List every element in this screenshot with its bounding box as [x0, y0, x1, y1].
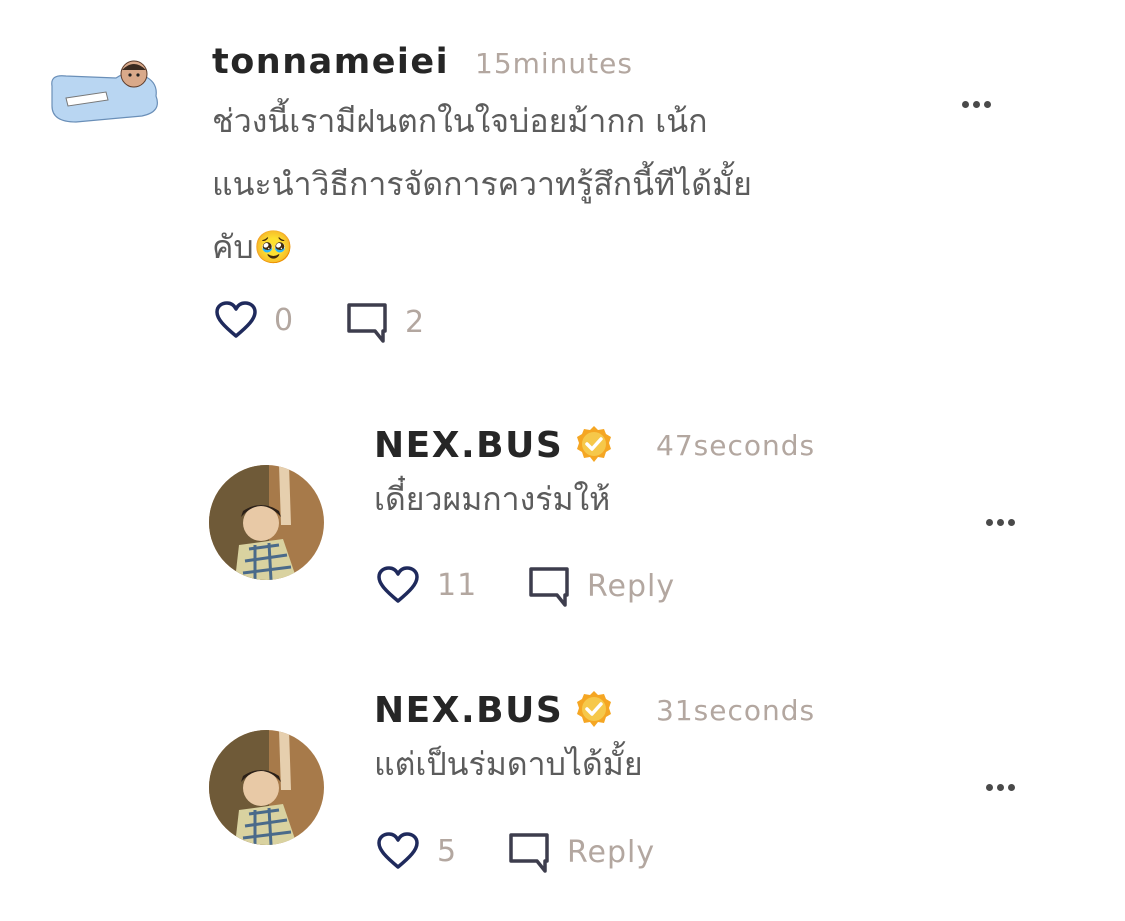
reply-text: แต่เป็นร่มดาบได้มั้ย: [374, 745, 643, 783]
avatar[interactable]: [46, 56, 168, 126]
more-dot: [1008, 519, 1015, 526]
comment-text-line: คับ🥹: [212, 216, 912, 279]
reply-text: เดี๋ยวผมกางร่มให้: [374, 480, 611, 518]
more-dot: [962, 101, 969, 108]
heart-outline-icon: [377, 566, 419, 603]
more-dot: [1008, 784, 1015, 791]
comment-username[interactable]: tonnameiei: [212, 42, 449, 82]
speech-bubble-icon: [529, 567, 569, 607]
more-dot: [997, 784, 1004, 791]
comment-text: ช่วงนี้เรามีฝนตกในใจบ่อยม้ากก เน้ก แนะนำ…: [212, 90, 912, 279]
reply-username[interactable]: NEX.BUS: [374, 425, 563, 466]
heart-outline-icon: [377, 832, 419, 869]
like-count: 5: [437, 833, 458, 869]
speech-bubble-icon: [347, 303, 387, 343]
reply-count: 2: [405, 304, 426, 340]
reply-button[interactable]: Reply: [527, 565, 675, 607]
comment-timestamp: 15minutes: [475, 47, 633, 80]
more-dot: [973, 101, 980, 108]
comment-text-line-end: คับ: [212, 228, 254, 266]
comment-text-line: ช่วงนี้เรามีฝนตกในใจบ่อยม้ากก เน้ก: [212, 102, 708, 140]
reply-timestamp: 31seconds: [656, 694, 816, 727]
reply-label: Reply: [567, 834, 656, 870]
pleading-face-emoji: 🥹: [253, 228, 294, 266]
more-dot: [986, 784, 993, 791]
like-button[interactable]: 5: [376, 831, 457, 871]
avatar[interactable]: [209, 730, 324, 845]
more-options-button[interactable]: [962, 101, 991, 108]
reply-label: Reply: [587, 568, 676, 604]
avatar[interactable]: [209, 465, 324, 580]
speech-bubble-icon: [509, 833, 549, 873]
like-button[interactable]: 11: [376, 565, 477, 605]
comment-text-line: แนะนำวิธีการจัดการควาทรู้สึกนี้ทีได้มั้ย: [212, 165, 752, 203]
comment-thread: tonnameiei 15minutes ช่วงนี้เรามีฝนตกในใ…: [0, 0, 1125, 921]
verified-badge-icon: [577, 426, 611, 462]
verified-badge-icon: [577, 691, 611, 727]
like-button[interactable]: 0: [214, 300, 294, 340]
more-options-button[interactable]: [986, 519, 1015, 526]
reply-timestamp: 47seconds: [656, 429, 816, 462]
more-options-button[interactable]: [986, 784, 1015, 791]
more-dot: [986, 519, 993, 526]
reply-username[interactable]: NEX.BUS: [374, 690, 563, 731]
like-count: 0: [274, 302, 295, 338]
heart-outline-icon: [215, 301, 257, 338]
like-count: 11: [437, 567, 478, 603]
reply-count-button[interactable]: 2: [345, 301, 425, 343]
reply-button[interactable]: Reply: [507, 831, 655, 873]
more-dot: [984, 101, 991, 108]
more-dot: [997, 519, 1004, 526]
